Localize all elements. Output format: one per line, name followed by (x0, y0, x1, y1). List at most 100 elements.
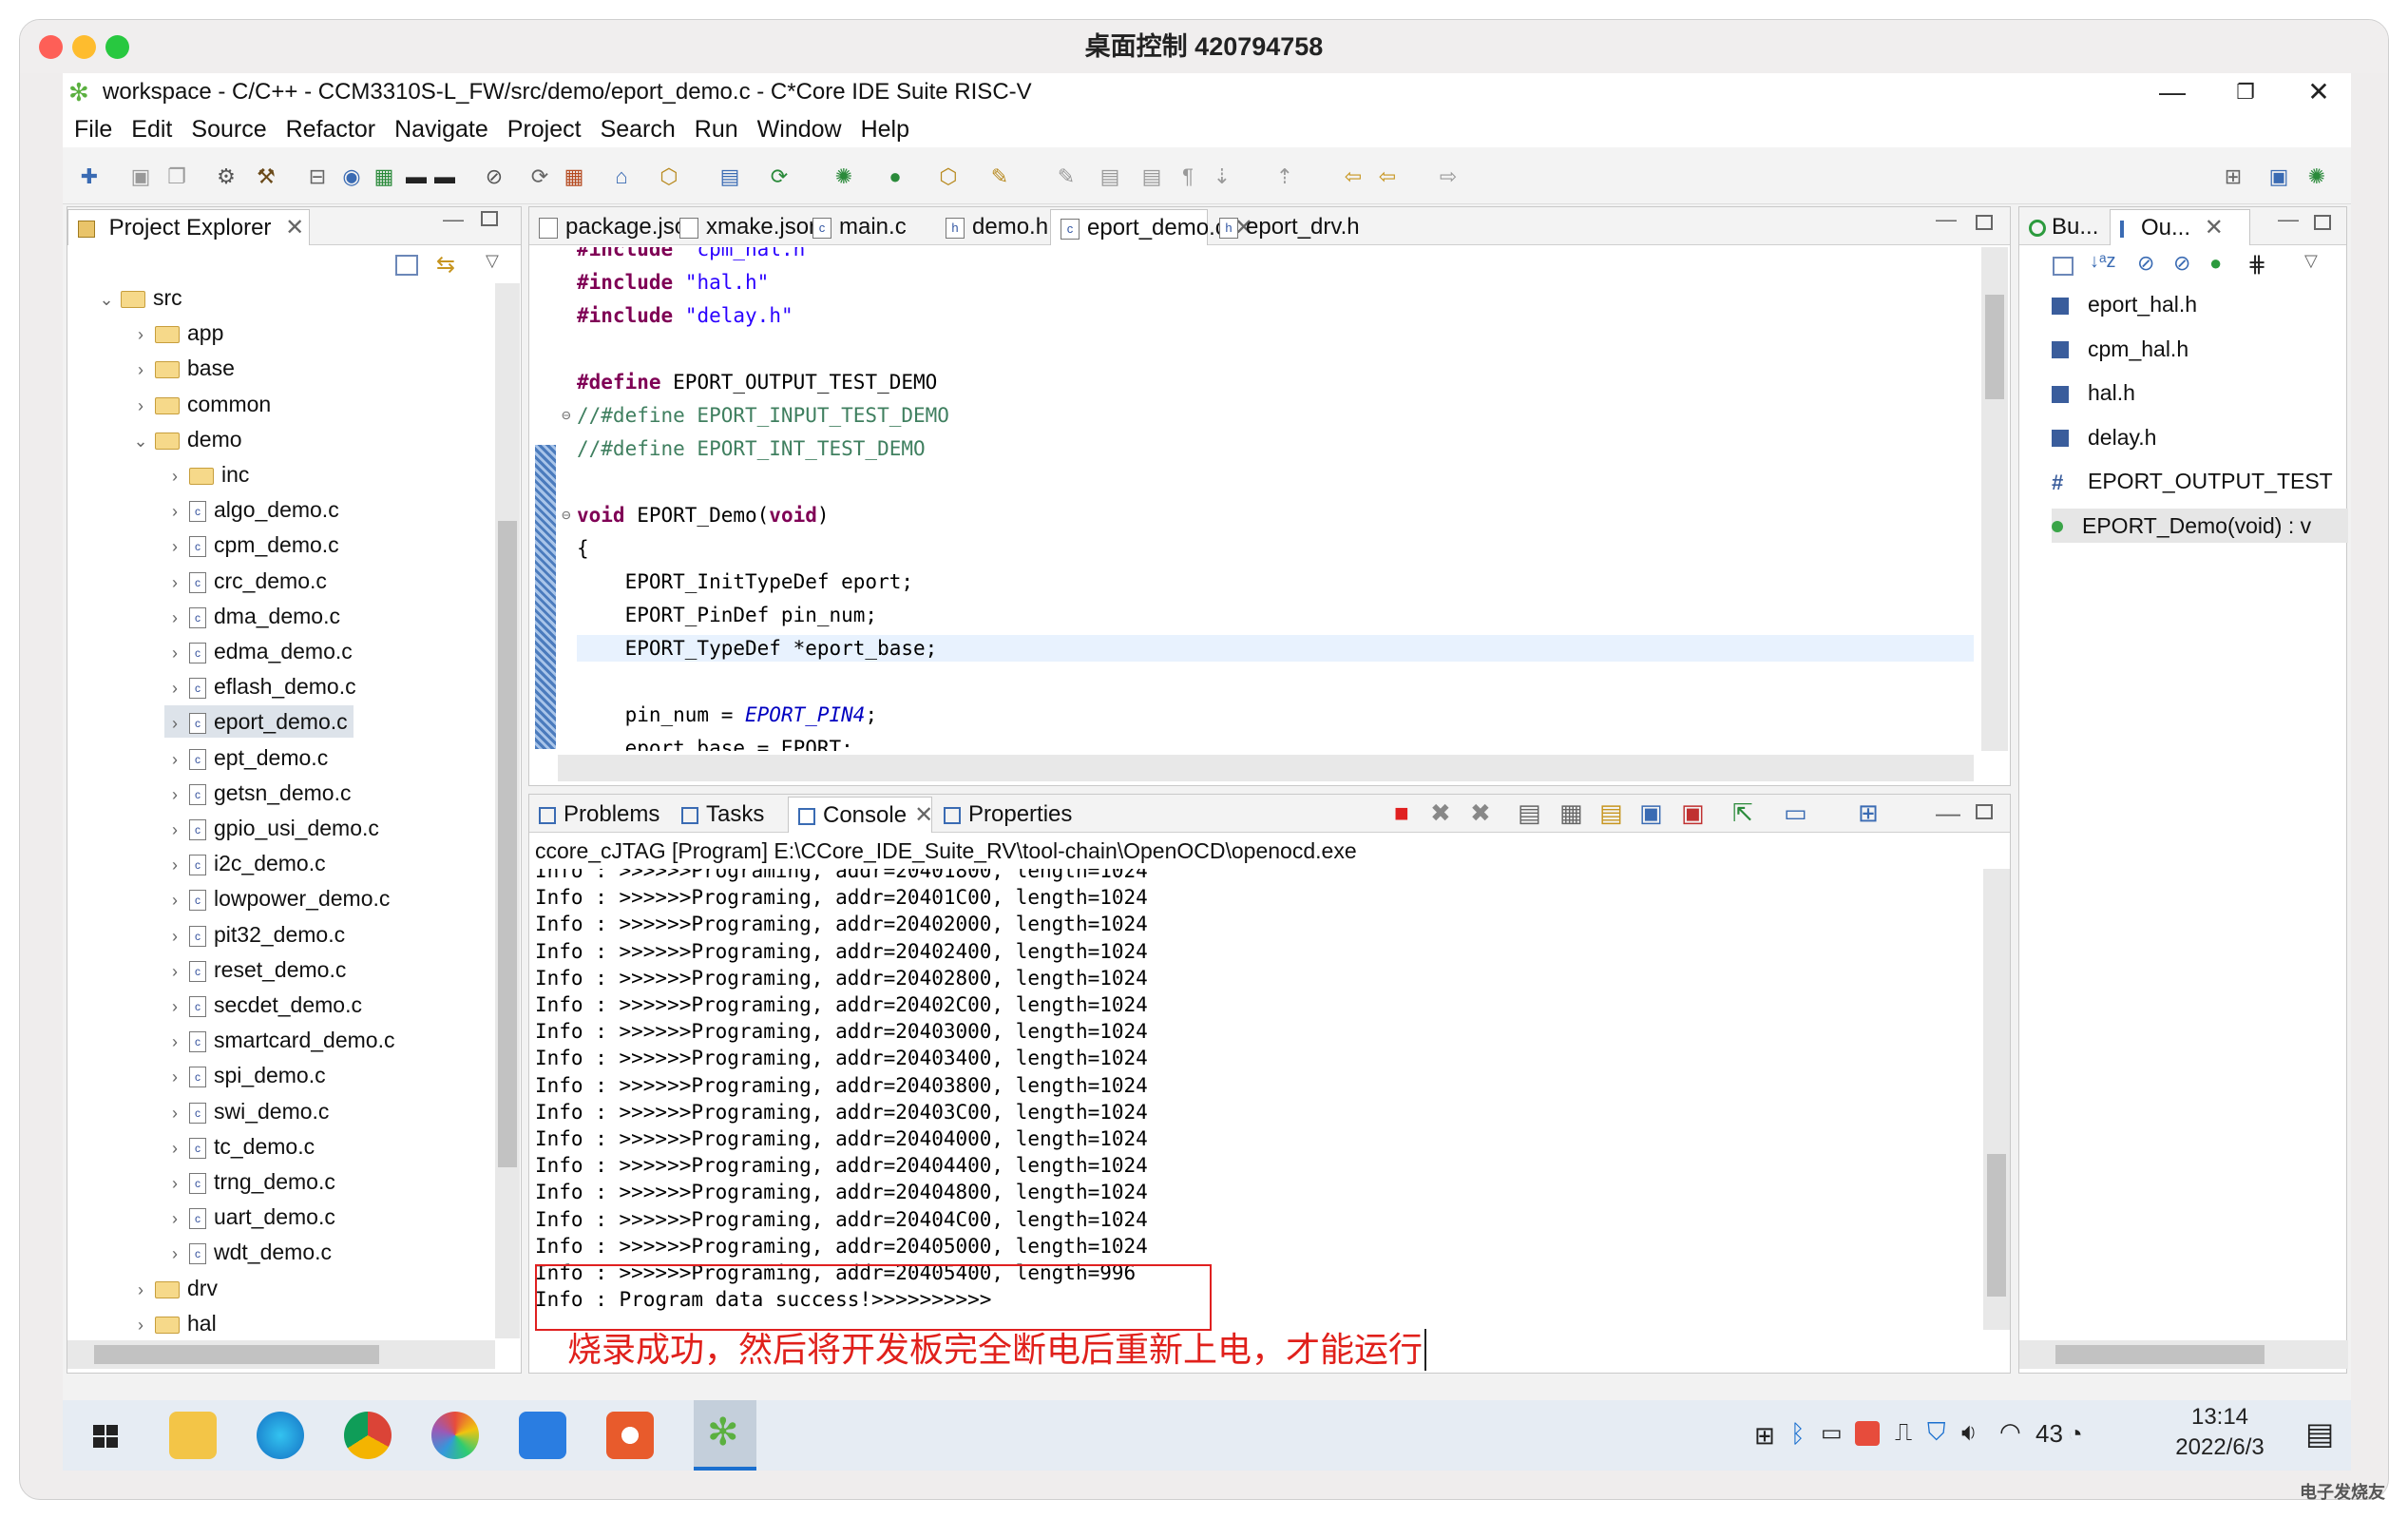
tree-file[interactable]: › c algo_demo.c (164, 493, 339, 526)
collapsed-chevron-icon[interactable]: › (164, 990, 185, 1023)
outline-item[interactable]: hal.h (2052, 375, 2348, 410)
tree-file[interactable]: › c secdet_demo.c (164, 989, 362, 1021)
collapsed-chevron-icon[interactable]: › (130, 354, 151, 386)
collapse-all-icon[interactable] (395, 255, 418, 276)
menu-refactor[interactable]: Refactor (286, 111, 375, 147)
collapsed-chevron-icon[interactable]: › (164, 955, 185, 988)
close-tab-icon[interactable]: ✕ (285, 215, 304, 240)
collapsed-chevron-icon[interactable]: › (130, 318, 151, 351)
tree-folder[interactable]: › common (130, 388, 271, 420)
outline-hscroll-thumb[interactable] (2055, 1345, 2265, 1364)
doc2-icon[interactable]: ▤ (1138, 164, 1165, 189)
refresh-icon[interactable]: ⟳ (526, 164, 553, 189)
eye-app-icon[interactable] (606, 1412, 654, 1459)
usb-icon[interactable]: ⎍ (1895, 1417, 1912, 1448)
new-console-icon[interactable]: ⊞ (1858, 798, 1879, 828)
package-icon[interactable]: ⬡ (656, 164, 682, 189)
perspective-icon[interactable]: ⊞ (2220, 164, 2246, 189)
pen-icon[interactable]: ✎ (986, 164, 1013, 189)
collapsed-chevron-icon[interactable]: › (164, 637, 185, 669)
collapsed-chevron-icon[interactable]: › (164, 602, 185, 634)
editor-vertical-scrollbar[interactable] (1981, 247, 2008, 751)
code-area[interactable]: #include "cpm_hal.h" #include "hal.h" #inc… (558, 247, 1974, 751)
collapsed-chevron-icon[interactable]: › (164, 495, 185, 528)
console-tab[interactable]: Properties (934, 797, 1072, 833)
tree-folder[interactable]: ⌄ demo (130, 423, 241, 455)
menu-window[interactable]: Window (757, 111, 842, 147)
console-scroll-thumb[interactable] (1987, 1154, 2006, 1297)
tree-file[interactable]: › c spi_demo.c (164, 1059, 326, 1091)
ccore-ide-taskbar-icon[interactable]: ✻ (694, 1400, 756, 1471)
restore-icon[interactable]: ❐ (2207, 73, 2284, 111)
file-explorer-icon[interactable] (169, 1412, 217, 1459)
annotation-next-icon[interactable]: ⇣ (1209, 164, 1235, 189)
minimize-icon[interactable]: — (2134, 73, 2210, 111)
editor-tab[interactable]: c eport_demo.c ✕ (1050, 209, 1253, 245)
device-icon[interactable]: ▭ (1821, 1419, 1843, 1447)
tree-hscroll-thumb[interactable] (94, 1345, 379, 1364)
para-icon[interactable]: ¶ (1175, 164, 1201, 189)
tree-folder[interactable]: › base (130, 352, 235, 384)
build-icon[interactable]: ⚒ (253, 164, 279, 189)
outline-view-menu-icon[interactable]: ▽ (2304, 251, 2318, 271)
tree-folder[interactable]: › drv (130, 1272, 218, 1304)
console-maximize-icon[interactable] (1976, 804, 1993, 819)
tree-file[interactable]: › c crc_demo.c (164, 565, 327, 597)
hide-nonpublic-icon[interactable]: ● (2209, 251, 2222, 276)
collapsed-chevron-icon[interactable]: › (164, 460, 185, 492)
back-icon[interactable]: ⇦ (1374, 164, 1401, 189)
outline-horizontal-scrollbar[interactable] (2019, 1340, 2348, 1369)
tab-build-targets[interactable]: Bu... (2019, 209, 2110, 245)
tree-file[interactable]: › c uart_demo.c (164, 1201, 335, 1233)
close-traffic-light[interactable] (39, 35, 63, 59)
menu-navigate[interactable]: Navigate (394, 111, 488, 147)
volume-icon[interactable]: 🔉︎ (1961, 1417, 1977, 1448)
tree-folder[interactable]: › app (130, 317, 223, 349)
hide-static-icon[interactable]: ⊘ (2173, 251, 2190, 276)
chip-icon[interactable]: ▦ (371, 164, 397, 189)
collapsed-chevron-icon[interactable]: › (164, 743, 185, 776)
tree-folder[interactable]: › hal (130, 1307, 217, 1336)
security-shield-icon[interactable]: ⛉ (1927, 1417, 1946, 1448)
tree-folder[interactable]: ⌄ src (96, 281, 182, 314)
clock-date[interactable]: 2022/6/3 (2153, 1434, 2286, 1461)
console-output[interactable]: Info : >>>>>>Programing, addr=20401800, … (535, 869, 1970, 1325)
collapsed-chevron-icon[interactable]: › (164, 849, 185, 881)
console-tab[interactable]: Tasks (672, 797, 786, 833)
close-icon[interactable]: ✕ (2281, 73, 2357, 111)
terminate-icon[interactable]: ■ (1394, 798, 1409, 828)
remove-all-icon[interactable]: ✖ (1470, 798, 1491, 828)
outline-maximize-icon[interactable] (2314, 215, 2331, 230)
collapsed-chevron-icon[interactable]: › (164, 1167, 185, 1200)
word-wrap-icon[interactable]: ▤ (1599, 798, 1623, 828)
tree-file[interactable]: › c i2c_demo.c (164, 847, 326, 879)
collapsed-chevron-icon[interactable]: › (164, 1238, 185, 1270)
cpp-perspective-icon[interactable]: ▣ (2265, 164, 2292, 189)
editor-tab[interactable]: h demo.h (936, 209, 1048, 245)
annotation-prev-icon[interactable]: ⇡ (1271, 164, 1298, 189)
tree-file[interactable]: › c cpm_demo.c (164, 529, 339, 561)
minimize-traffic-light[interactable] (72, 35, 96, 59)
close-console-tab-icon[interactable]: ✕ (914, 802, 933, 828)
collapsed-chevron-icon[interactable]: › (130, 390, 151, 422)
tree-file[interactable]: › c tc_demo.c (164, 1130, 315, 1163)
taskview-icon[interactable]: ⊞ (1754, 1421, 1775, 1451)
doc1-icon[interactable]: ▤ (1097, 164, 1123, 189)
tree-scroll-thumb[interactable] (498, 521, 517, 1167)
sort-icon[interactable]: ↓ᵃz (2090, 251, 2115, 273)
tree-file[interactable]: › c wdt_demo.c (164, 1236, 332, 1268)
skip-icon[interactable]: ⊘ (481, 164, 507, 189)
menu-file[interactable]: File (74, 111, 112, 147)
collapsed-chevron-icon[interactable]: › (164, 530, 185, 563)
color-app-icon[interactable] (431, 1412, 479, 1459)
close-outline-icon[interactable]: ✕ (2205, 215, 2224, 240)
bluetooth-icon[interactable]: ᛒ (1790, 1419, 1806, 1449)
fold-toggle-icon[interactable]: ⊖ (562, 502, 571, 529)
start-button[interactable] (82, 1412, 129, 1459)
tree-folder[interactable]: › inc (164, 458, 249, 490)
editor-scroll-thumb[interactable] (1985, 295, 2004, 399)
save-icon[interactable]: ▣ (127, 164, 154, 189)
battery-level[interactable]: 43 (2035, 1419, 2063, 1449)
open-type-icon[interactable]: ⌂ (608, 164, 635, 189)
show-stdout-icon[interactable]: ▣ (1639, 798, 1663, 828)
